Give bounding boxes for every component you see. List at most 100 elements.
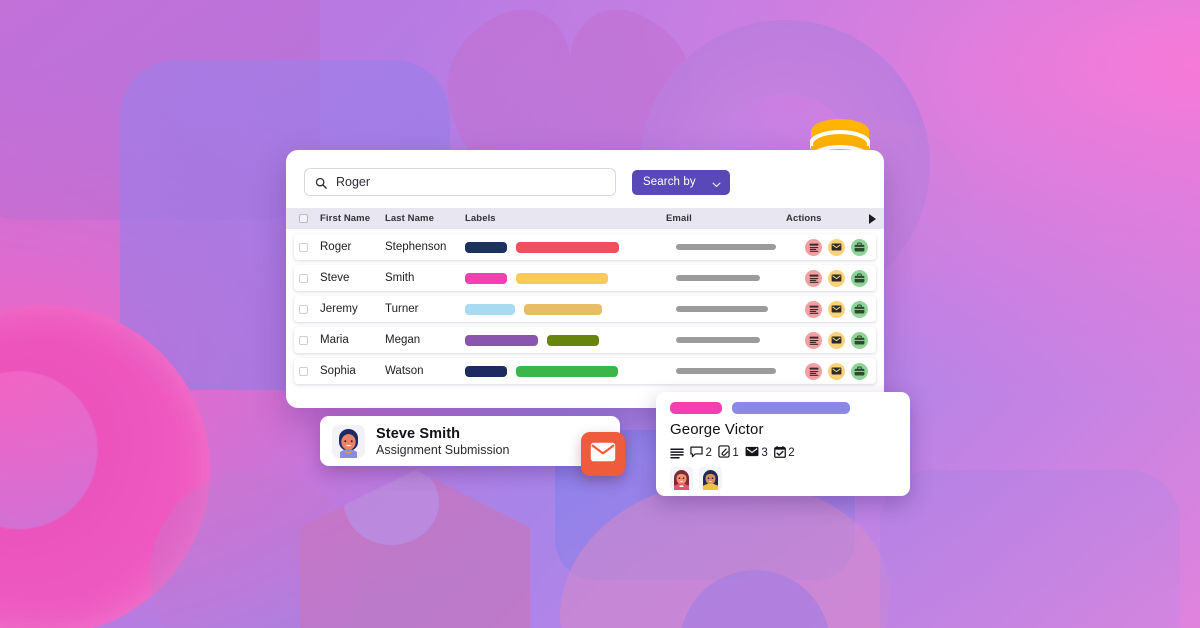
- briefcase-icon-button[interactable]: [851, 269, 868, 287]
- mail-count: 3: [745, 446, 768, 460]
- contacts-table-window: Roger Search by First Name Last Name Lab…: [286, 150, 884, 408]
- label-chip[interactable]: [465, 241, 507, 253]
- notification-title: Steve Smith: [376, 425, 461, 442]
- checklist-count-value: 2: [788, 447, 795, 459]
- notes-icon-button[interactable]: [805, 238, 822, 256]
- cell-first-name: Steve: [320, 272, 350, 284]
- cell-actions: [796, 238, 874, 256]
- briefcase-icon-button[interactable]: [851, 300, 868, 318]
- cell-email: [676, 244, 796, 250]
- avatar-woman-yellow-icon: [699, 467, 722, 490]
- attachment-count: 1: [718, 445, 739, 461]
- description-lines-icon: [670, 448, 684, 459]
- label-chip[interactable]: [547, 334, 599, 346]
- label-chip[interactable]: [524, 303, 602, 315]
- kanban-card-avatars: [670, 467, 896, 490]
- notes-icon-button[interactable]: [805, 331, 822, 349]
- comment-count: 2: [690, 446, 712, 461]
- checklist-calendar-icon: [773, 445, 786, 461]
- email-placeholder-bar: [676, 306, 768, 312]
- kanban-tag[interactable]: [670, 402, 722, 414]
- row-checkbox[interactable]: [299, 304, 308, 314]
- cell-labels: [465, 365, 676, 377]
- search-icon: [315, 176, 327, 189]
- cell-last-name: Megan: [385, 334, 421, 346]
- search-by-button[interactable]: Search by: [632, 169, 730, 195]
- label-chip[interactable]: [465, 272, 507, 284]
- notification-toast[interactable]: Steve Smith Assignment Submission: [320, 416, 620, 466]
- mail-icon-button[interactable]: [828, 269, 845, 287]
- cell-first-name: Roger: [320, 241, 352, 253]
- checklist-count: 2: [773, 445, 795, 461]
- label-chip[interactable]: [516, 241, 619, 253]
- mail-icon-button[interactable]: [828, 238, 845, 256]
- bg-shape-square-3: [880, 470, 1180, 628]
- chevron-down-icon: [712, 179, 721, 188]
- mail-icon-button[interactable]: [828, 300, 845, 318]
- column-header-labels[interactable]: Labels: [465, 213, 666, 224]
- row-checkbox[interactable]: [299, 366, 308, 376]
- cell-first-name: Sophia: [320, 365, 356, 377]
- triangle-right-icon: [869, 213, 876, 224]
- notes-icon-button[interactable]: [805, 269, 822, 287]
- briefcase-icon-button[interactable]: [851, 331, 868, 349]
- mail-badge-button[interactable]: [581, 432, 625, 476]
- table-header-row: First Name Last Name Labels Email Action…: [286, 208, 884, 229]
- comment-count-value: 2: [705, 447, 712, 459]
- email-placeholder-bar: [676, 244, 776, 250]
- search-input[interactable]: Roger: [304, 168, 616, 196]
- table-row[interactable]: Steve Smith: [294, 265, 876, 291]
- table-row[interactable]: Jeremy Turner: [294, 296, 876, 322]
- cell-labels: [465, 334, 676, 346]
- scroll-right-arrow[interactable]: [860, 213, 876, 224]
- cell-last-name: Stephenson: [385, 241, 447, 253]
- notes-icon-button[interactable]: [805, 362, 822, 380]
- avatar-man-icon: [332, 424, 365, 458]
- row-checkbox[interactable]: [299, 273, 308, 283]
- label-chip[interactable]: [516, 365, 618, 377]
- column-header-first-name[interactable]: First Name: [308, 213, 385, 224]
- mail-icon-button[interactable]: [828, 331, 845, 349]
- row-checkbox[interactable]: [299, 242, 308, 252]
- column-header-email[interactable]: Email: [666, 213, 786, 224]
- cell-labels: [465, 272, 676, 284]
- kanban-card[interactable]: George Victor 2 1 3 2: [656, 392, 910, 496]
- cell-last-name: Watson: [385, 365, 424, 377]
- cell-labels: [465, 241, 676, 253]
- search-by-label: Search by: [643, 176, 696, 188]
- email-placeholder-bar: [676, 368, 776, 374]
- label-chip[interactable]: [465, 303, 515, 315]
- cell-actions: [796, 331, 874, 349]
- cell-labels: [465, 303, 676, 315]
- kanban-tag[interactable]: [732, 402, 850, 414]
- briefcase-icon-button[interactable]: [851, 238, 868, 256]
- kanban-card-title: George Victor: [670, 421, 764, 438]
- table-row[interactable]: Maria Megan: [294, 327, 876, 353]
- table-toolbar: Roger Search by: [286, 150, 884, 196]
- cell-email: [676, 337, 796, 343]
- label-chip[interactable]: [465, 365, 507, 377]
- mail-icon-button[interactable]: [828, 362, 845, 380]
- label-chip[interactable]: [465, 334, 538, 346]
- comment-icon: [690, 446, 703, 461]
- avatar-woman-red-icon: [670, 467, 693, 490]
- select-all-checkbox[interactable]: [299, 214, 308, 223]
- notification-subtitle: Assignment Submission: [376, 442, 510, 457]
- cell-last-name: Turner: [385, 303, 419, 315]
- attachment-count-value: 1: [732, 447, 739, 459]
- briefcase-icon-button[interactable]: [851, 362, 868, 380]
- notes-icon-button[interactable]: [805, 300, 822, 318]
- email-placeholder-bar: [676, 275, 760, 281]
- notification-text: Steve Smith Assignment Submission: [376, 426, 509, 457]
- label-chip[interactable]: [516, 272, 608, 284]
- kanban-card-tags: [670, 402, 896, 414]
- row-checkbox[interactable]: [299, 335, 308, 345]
- cell-last-name: Smith: [385, 272, 415, 284]
- cell-actions: [796, 300, 874, 318]
- column-header-actions[interactable]: Actions: [786, 213, 860, 224]
- table-row[interactable]: Sophia Watson: [294, 358, 876, 384]
- table-row[interactable]: Roger Stephenson: [294, 234, 876, 260]
- column-header-last-name[interactable]: Last Name: [385, 213, 465, 224]
- mail-envelope-icon: [590, 442, 616, 467]
- email-placeholder-bar: [676, 337, 760, 343]
